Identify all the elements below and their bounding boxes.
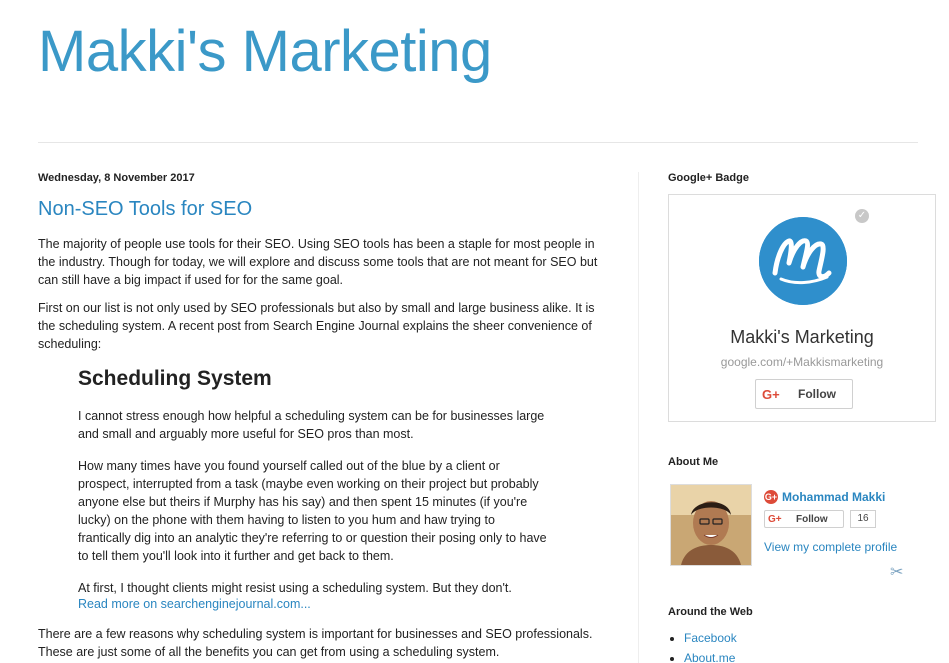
page: Makki's Marketing Wednesday, 8 November … bbox=[0, 0, 949, 663]
list-item: Facebook bbox=[684, 628, 940, 648]
avatar[interactable] bbox=[670, 484, 752, 566]
profile-name-link[interactable]: G+ Mohammad Makki bbox=[764, 490, 885, 504]
quote-paragraph: I cannot stress enough how helpful a sch… bbox=[78, 409, 545, 441]
link-list: Facebook About.me bbox=[668, 628, 940, 663]
gplus-badge-card: ✓ Makki's Marketing google.com/+Makkisma… bbox=[668, 194, 936, 422]
quote-paragraph: How many times have you found yourself c… bbox=[78, 459, 547, 563]
makki-logo-icon[interactable] bbox=[759, 217, 847, 305]
blockquote: Scheduling System I cannot stress enough… bbox=[78, 367, 548, 611]
google-plus-icon: G+ bbox=[768, 513, 782, 525]
read-more-link[interactable]: Read more on searchenginejournal.com... bbox=[78, 597, 548, 611]
column-divider bbox=[638, 172, 639, 663]
post-body: The majority of people use tools for the… bbox=[38, 235, 608, 661]
profile-name: Mohammad Makki bbox=[782, 490, 886, 504]
quote-paragraph: At first, I thought clients might resist… bbox=[78, 581, 512, 595]
verified-check-icon: ✓ bbox=[855, 209, 869, 223]
post-date: Wednesday, 8 November 2017 bbox=[38, 172, 195, 184]
follow-label: Follow bbox=[796, 513, 828, 525]
post-paragraph: There are a few reasons why scheduling s… bbox=[38, 627, 593, 659]
widget-title: About Me bbox=[668, 456, 719, 468]
aboutme-link[interactable]: About.me bbox=[684, 651, 735, 663]
gplus-badge-widget: Google+ Badge ✓ Makki's Marketing google… bbox=[668, 172, 940, 422]
google-plus-icon: G+ bbox=[762, 386, 780, 402]
gplus-page-name[interactable]: Makki's Marketing bbox=[669, 327, 935, 348]
follower-count: 16 bbox=[850, 510, 876, 528]
quote-heading: Scheduling System bbox=[78, 367, 272, 390]
edit-tools-icon[interactable]: ✂ bbox=[890, 564, 908, 582]
sidebar: Google+ Badge ✓ Makki's Marketing google… bbox=[668, 172, 940, 663]
profile-follow-button[interactable]: G+ Follow bbox=[764, 510, 844, 528]
widget-title: Around the Web bbox=[668, 606, 753, 618]
facebook-link[interactable]: Facebook bbox=[684, 631, 737, 645]
google-plus-icon: G+ bbox=[764, 490, 778, 504]
blog-post: Wednesday, 8 November 2017 Non-SEO Tools… bbox=[38, 172, 608, 663]
about-me-content: G+ Mohammad Makki G+ Follow 16 View my c… bbox=[668, 478, 940, 581]
post-paragraph: First on our list is not only used by SE… bbox=[38, 301, 595, 351]
around-the-web-widget: Around the Web Facebook About.me bbox=[668, 606, 940, 663]
about-me-widget: About Me G+ Mohammad Makki G+ Follow 16 … bbox=[668, 456, 940, 581]
blog-title[interactable]: Makki's Marketing bbox=[38, 14, 492, 90]
gplus-follow-button[interactable]: G+ Follow bbox=[755, 379, 853, 409]
list-item: About.me bbox=[684, 648, 940, 663]
header-divider bbox=[38, 142, 918, 143]
post-title[interactable]: Non-SEO Tools for SEO bbox=[38, 198, 608, 221]
post-paragraph: The majority of people use tools for the… bbox=[38, 237, 598, 287]
widget-title: Google+ Badge bbox=[668, 172, 749, 184]
follow-label: Follow bbox=[798, 387, 836, 401]
view-profile-link[interactable]: View my complete profile bbox=[764, 540, 897, 554]
gplus-page-url: google.com/+Makkismarketing bbox=[720, 355, 884, 369]
